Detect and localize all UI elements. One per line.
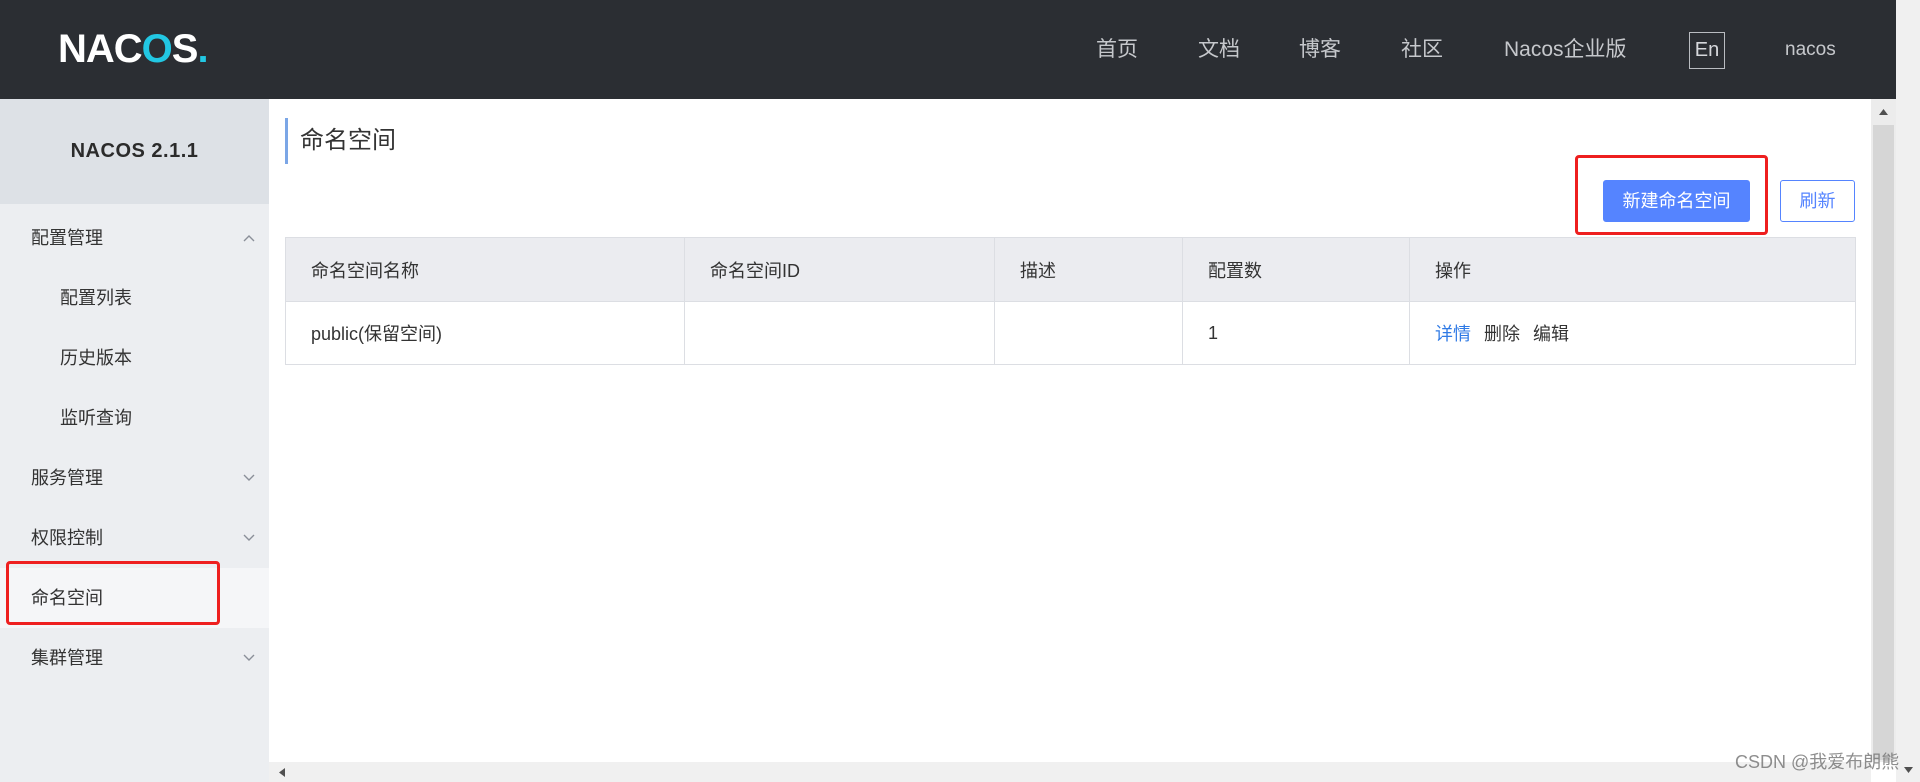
content-horizontal-scrollbar[interactable]	[269, 762, 1871, 782]
nav-enterprise[interactable]: Nacos企业版	[1504, 0, 1627, 99]
sidebar-item-history[interactable]: 历史版本	[0, 328, 269, 388]
column-header-description: 描述	[994, 237, 1183, 302]
nav-docs[interactable]: 文档	[1198, 0, 1240, 99]
sidebar-menu: 配置管理 配置列表 历史版本 监听查询 服务管理 权限控制 命名空间 集群管理	[0, 208, 269, 688]
version-label: NACOS 2.1.1	[0, 99, 269, 204]
title-accent-bar	[285, 118, 288, 164]
column-header-namespace-id: 命名空间ID	[684, 237, 995, 302]
sidebar-item-label: 集群管理	[31, 648, 103, 668]
column-header-actions: 操作	[1409, 237, 1856, 302]
column-header-config-count: 配置数	[1182, 237, 1410, 302]
scroll-up-arrow-icon[interactable]	[1879, 109, 1888, 115]
chevron-down-icon[interactable]	[243, 534, 255, 542]
scrollbar-thumb[interactable]	[1873, 125, 1894, 760]
scroll-down-arrow-icon[interactable]	[1904, 767, 1913, 773]
cell-description	[994, 301, 1183, 365]
sidebar-item-label: 权限控制	[31, 528, 103, 548]
nacos-console-page: { "logo": {"parts": ["NA", "C", "O", "S"…	[0, 0, 1920, 782]
content-vertical-scrollbar[interactable]	[1871, 99, 1896, 762]
sidebar-item-config-management[interactable]: 配置管理	[0, 208, 269, 268]
nav-home[interactable]: 首页	[1096, 0, 1138, 99]
create-namespace-button[interactable]: 新建命名空间	[1603, 180, 1750, 222]
sidebar-item-label: 命名空间	[31, 588, 103, 608]
cell-config-count: 1	[1182, 301, 1410, 365]
chevron-up-icon[interactable]	[243, 234, 255, 242]
table-body: public(保留空间) 1 详情 删除 编辑	[285, 301, 1856, 365]
sidebar: NACOS 2.1.1 配置管理 配置列表 历史版本 监听查询 服务管理 权限控…	[0, 99, 269, 782]
table-header: 命名空间名称 命名空间ID 描述 配置数 操作	[285, 237, 1856, 302]
top-header: NACOS. 首页 文档 博客 社区 Nacos企业版 En nacos	[0, 0, 1896, 99]
top-nav: 首页 文档 博客 社区 Nacos企业版 En nacos	[0, 0, 1896, 99]
page-vertical-scrollbar[interactable]	[1896, 0, 1920, 782]
sidebar-item-listener-query[interactable]: 监听查询	[0, 388, 269, 448]
cell-namespace-id	[684, 301, 995, 365]
delete-link[interactable]: 删除	[1484, 324, 1520, 344]
details-link[interactable]: 详情	[1435, 324, 1471, 344]
table-header-row: 命名空间名称 命名空间ID 描述 配置数 操作	[285, 237, 1856, 302]
page-title: 命名空间	[300, 127, 396, 154]
sidebar-item-service-management[interactable]: 服务管理	[0, 448, 269, 508]
sidebar-item-label: 配置管理	[31, 228, 103, 248]
namespace-table: 命名空间名称 命名空间ID 描述 配置数 操作 public(保留空间) 1 详…	[285, 237, 1856, 365]
column-header-namespace-name: 命名空间名称	[285, 237, 685, 302]
sidebar-item-namespace[interactable]: 命名空间	[0, 568, 269, 628]
refresh-button[interactable]: 刷新	[1780, 180, 1855, 222]
cell-actions: 详情 删除 编辑	[1409, 301, 1856, 365]
nav-blog[interactable]: 博客	[1299, 0, 1341, 99]
sidebar-item-config-list[interactable]: 配置列表	[0, 268, 269, 328]
language-toggle-button[interactable]: En	[1689, 32, 1725, 69]
nav-community[interactable]: 社区	[1401, 0, 1443, 99]
sidebar-item-label: 历史版本	[60, 348, 132, 368]
scroll-left-arrow-icon[interactable]	[279, 768, 285, 777]
sidebar-item-label: 配置列表	[60, 288, 132, 308]
chevron-down-icon[interactable]	[243, 474, 255, 482]
table-row: public(保留空间) 1 详情 删除 编辑	[285, 301, 1856, 365]
sidebar-item-cluster-management[interactable]: 集群管理	[0, 628, 269, 688]
sidebar-item-label: 监听查询	[60, 408, 132, 428]
sidebar-item-access-control[interactable]: 权限控制	[0, 508, 269, 568]
cell-namespace-name: public(保留空间)	[285, 301, 685, 365]
sidebar-item-label: 服务管理	[31, 468, 103, 488]
main-content: 命名空间 新建命名空间 刷新 命名空间名称 命名空间ID 描述 配置数 操作 p…	[269, 99, 1871, 762]
edit-link[interactable]: 编辑	[1533, 324, 1569, 344]
user-menu[interactable]: nacos	[1785, 0, 1836, 99]
chevron-down-icon[interactable]	[243, 654, 255, 662]
